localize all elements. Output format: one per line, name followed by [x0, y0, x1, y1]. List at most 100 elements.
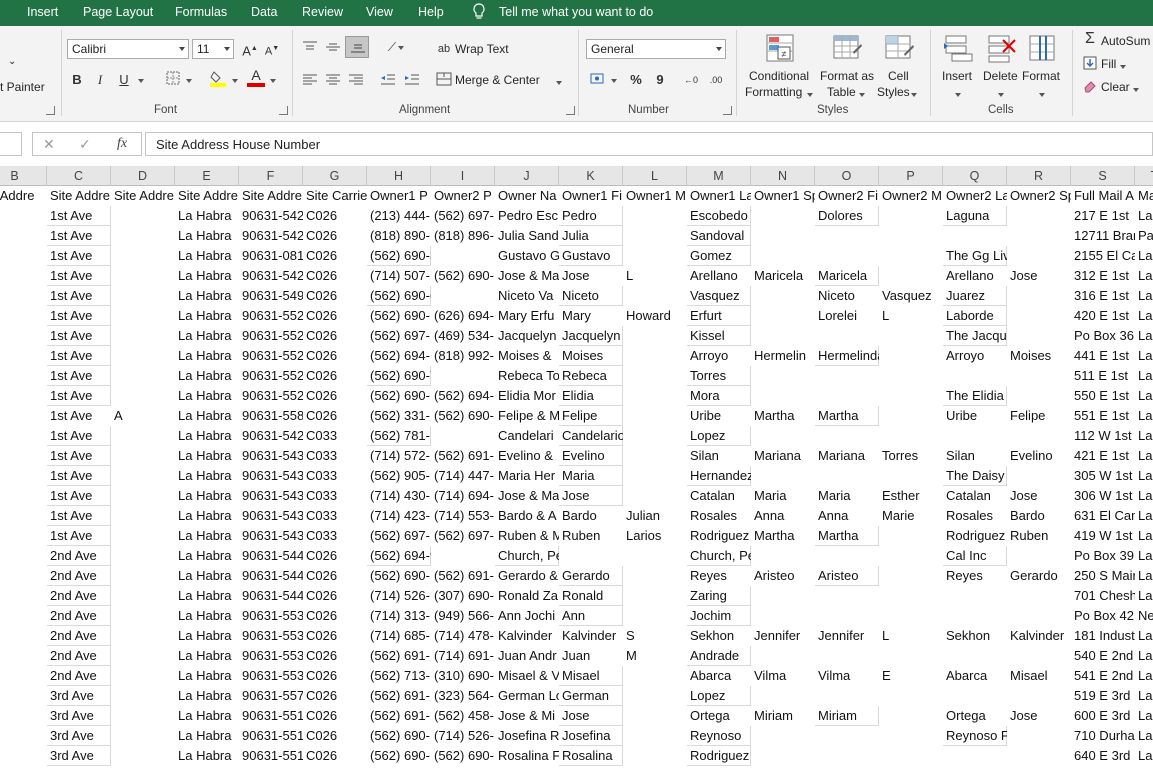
- table-cell[interactable]: 312 E 1st: [1071, 266, 1135, 286]
- table-cell[interactable]: [879, 386, 943, 406]
- table-cell[interactable]: [623, 706, 687, 726]
- table-cell[interactable]: [431, 426, 495, 446]
- table-cell[interactable]: La Habra: [175, 466, 239, 486]
- table-cell[interactable]: (562) 691-: [431, 446, 495, 466]
- table-cell[interactable]: L: [623, 266, 687, 286]
- header-cell[interactable]: Ma: [1135, 186, 1153, 206]
- table-cell[interactable]: Reyes: [943, 566, 1007, 586]
- table-cell[interactable]: C033: [303, 466, 367, 486]
- table-cell[interactable]: La Habra: [175, 506, 239, 526]
- column-header-k[interactable]: K: [559, 166, 623, 186]
- table-cell[interactable]: Kalvinder: [559, 626, 623, 646]
- table-cell[interactable]: 519 E 3rd: [1071, 686, 1135, 706]
- table-cell[interactable]: Rodriguez: [687, 526, 751, 546]
- table-cell[interactable]: [623, 386, 687, 406]
- table-cell[interactable]: (310) 690-: [431, 666, 495, 686]
- table-cell[interactable]: [751, 586, 815, 606]
- table-cell[interactable]: 90631-549: [239, 286, 303, 306]
- table-cell[interactable]: Anna: [751, 506, 815, 526]
- underline-button[interactable]: U: [117, 71, 131, 89]
- table-cell[interactable]: [623, 426, 687, 446]
- table-cell[interactable]: [623, 286, 687, 306]
- table-cell[interactable]: Arellano: [943, 266, 1007, 286]
- cell-styles-dropdown-icon[interactable]: [908, 85, 918, 103]
- table-cell[interactable]: [815, 586, 879, 606]
- table-cell[interactable]: [623, 446, 687, 466]
- merge-center-button[interactable]: Merge & Center: [455, 73, 540, 87]
- table-cell[interactable]: [0, 346, 47, 366]
- table-cell[interactable]: (626) 694-: [431, 306, 495, 326]
- table-cell[interactable]: Torres: [879, 446, 943, 466]
- table-cell[interactable]: (562) 697-: [367, 526, 431, 546]
- header-cell[interactable]: Owner1 P: [367, 186, 431, 206]
- table-cell[interactable]: [623, 326, 687, 346]
- table-cell[interactable]: La: [1135, 346, 1153, 366]
- table-cell[interactable]: [879, 586, 943, 606]
- table-cell[interactable]: 550 E 1st: [1071, 386, 1135, 406]
- table-cell[interactable]: [623, 546, 687, 566]
- column-header-f[interactable]: F: [239, 166, 303, 186]
- table-cell[interactable]: La: [1135, 466, 1153, 486]
- table-cell[interactable]: La Habra: [175, 226, 239, 246]
- table-cell[interactable]: 12711 Bran: [1071, 226, 1135, 246]
- table-cell[interactable]: La Habra: [175, 426, 239, 446]
- table-cell[interactable]: La Habra: [175, 486, 239, 506]
- table-cell[interactable]: La: [1135, 426, 1153, 446]
- table-cell[interactable]: (307) 690-: [431, 586, 495, 606]
- table-cell[interactable]: Kalvinder: [495, 626, 559, 646]
- table-cell[interactable]: (714) 685-: [367, 626, 431, 646]
- table-cell[interactable]: [111, 446, 175, 466]
- number-launcher-icon[interactable]: [723, 106, 732, 115]
- table-cell[interactable]: [623, 586, 687, 606]
- table-cell[interactable]: 181 Indust: [1071, 626, 1135, 646]
- table-cell[interactable]: [623, 346, 687, 366]
- table-cell[interactable]: Reyes: [687, 566, 751, 586]
- table-cell[interactable]: 217 E 1st: [1071, 206, 1135, 226]
- table-cell[interactable]: La: [1135, 206, 1153, 226]
- table-cell[interactable]: Pedro Esc: [495, 206, 559, 226]
- table-cell[interactable]: 250 S Mair: [1071, 566, 1135, 586]
- table-cell[interactable]: [1007, 366, 1071, 386]
- header-cell[interactable]: Owner1 M: [623, 186, 687, 206]
- table-cell[interactable]: La Habra: [175, 546, 239, 566]
- table-cell[interactable]: [0, 366, 47, 386]
- table-cell[interactable]: [815, 426, 879, 446]
- table-cell[interactable]: La: [1135, 266, 1153, 286]
- column-header-i[interactable]: I: [431, 166, 495, 186]
- column-header-s[interactable]: S: [1071, 166, 1135, 186]
- table-cell[interactable]: 90631-552: [239, 346, 303, 366]
- column-header-h[interactable]: H: [367, 166, 431, 186]
- table-cell[interactable]: Gerardo &: [495, 566, 559, 586]
- conditional-formatting-dropdown-icon[interactable]: [804, 85, 814, 103]
- table-cell[interactable]: Miriam: [751, 706, 815, 726]
- header-cell[interactable]: Owner2 Sp: [1007, 186, 1071, 206]
- table-cell[interactable]: [111, 646, 175, 666]
- table-cell[interactable]: Felipe & M: [495, 406, 559, 426]
- conditional-formatting-label-2[interactable]: Formatting: [745, 85, 802, 99]
- increase-decimal-icon[interactable]: ←0: [681, 71, 701, 89]
- tab-view[interactable]: View: [366, 5, 393, 19]
- table-cell[interactable]: L: [879, 626, 943, 646]
- table-cell[interactable]: 90631-544: [239, 566, 303, 586]
- table-cell[interactable]: [559, 546, 623, 566]
- table-cell[interactable]: [815, 546, 879, 566]
- table-cell[interactable]: (714) 423-: [367, 506, 431, 526]
- table-cell[interactable]: [1007, 586, 1071, 606]
- table-cell[interactable]: La: [1135, 326, 1153, 346]
- table-cell[interactable]: 90631-542: [239, 226, 303, 246]
- table-cell[interactable]: (714) 691-: [431, 646, 495, 666]
- table-cell[interactable]: 540 E 2nd: [1071, 646, 1135, 666]
- table-cell[interactable]: [751, 226, 815, 246]
- table-cell[interactable]: [0, 686, 47, 706]
- table-cell[interactable]: La Habra: [175, 526, 239, 546]
- table-cell[interactable]: (562) 713-: [367, 666, 431, 686]
- table-cell[interactable]: [431, 286, 495, 306]
- bottom-align-button[interactable]: [345, 36, 369, 58]
- table-cell[interactable]: Juan: [559, 646, 623, 666]
- table-cell[interactable]: [879, 266, 943, 286]
- table-cell[interactable]: Rodriguez: [943, 526, 1007, 546]
- name-box[interactable]: [0, 132, 22, 156]
- fill-color-icon[interactable]: [207, 69, 229, 92]
- column-header-j[interactable]: J: [495, 166, 559, 186]
- table-cell[interactable]: Moises: [1007, 346, 1071, 366]
